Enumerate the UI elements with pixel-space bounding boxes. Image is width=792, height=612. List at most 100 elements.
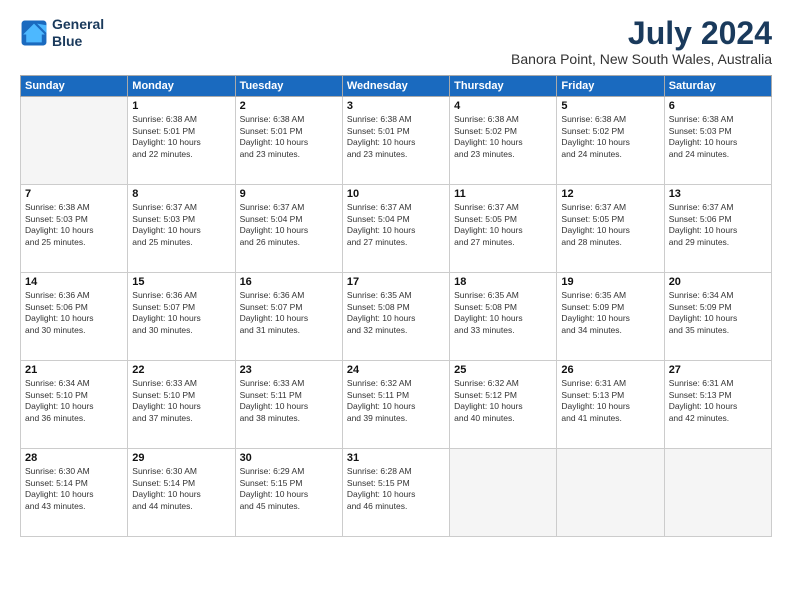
cell-text: Sunrise: 6:38 AM Sunset: 5:02 PM Dayligh… bbox=[454, 114, 552, 160]
day-number: 26 bbox=[561, 364, 659, 376]
calendar-cell bbox=[450, 449, 557, 537]
weekday-header: Thursday bbox=[450, 76, 557, 97]
calendar-week-row: 1 Sunrise: 6:38 AM Sunset: 5:01 PM Daylig… bbox=[21, 97, 772, 185]
day-number: 27 bbox=[669, 364, 767, 376]
logo-text: General Blue bbox=[52, 16, 104, 50]
calendar-cell: 16 Sunrise: 6:36 AM Sunset: 5:07 PM Dayli… bbox=[235, 273, 342, 361]
day-number: 9 bbox=[240, 188, 338, 200]
day-number: 30 bbox=[240, 452, 338, 464]
calendar-cell: 12 Sunrise: 6:37 AM Sunset: 5:05 PM Dayli… bbox=[557, 185, 664, 273]
calendar-cell: 6 Sunrise: 6:38 AM Sunset: 5:03 PM Daylig… bbox=[664, 97, 771, 185]
cell-text: Sunrise: 6:38 AM Sunset: 5:01 PM Dayligh… bbox=[240, 114, 338, 160]
day-number: 16 bbox=[240, 276, 338, 288]
day-number: 21 bbox=[25, 364, 123, 376]
calendar-week-row: 21 Sunrise: 6:34 AM Sunset: 5:10 PM Dayli… bbox=[21, 361, 772, 449]
calendar-cell: 22Sunrise: 6:33 AM Sunset: 5:10 PM Dayli… bbox=[128, 361, 235, 449]
cell-text: Sunrise: 6:29 AM Sunset: 5:15 PM Dayligh… bbox=[240, 466, 338, 512]
calendar-cell: 21 Sunrise: 6:34 AM Sunset: 5:10 PM Dayli… bbox=[21, 361, 128, 449]
cell-text: Sunrise: 6:38 AM Sunset: 5:03 PM Dayligh… bbox=[669, 114, 767, 160]
calendar-cell: 31 Sunrise: 6:28 AM Sunset: 5:15 PM Dayli… bbox=[342, 449, 449, 537]
calendar-cell bbox=[21, 97, 128, 185]
day-number: 2 bbox=[240, 100, 338, 112]
calendar-cell: 3Sunrise: 6:38 AM Sunset: 5:01 PM Daylig… bbox=[342, 97, 449, 185]
day-number: 10 bbox=[347, 188, 445, 200]
cell-text: Sunrise: 6:28 AM Sunset: 5:15 PM Dayligh… bbox=[347, 466, 445, 512]
calendar-cell: 2 Sunrise: 6:38 AM Sunset: 5:01 PM Daylig… bbox=[235, 97, 342, 185]
day-number: 24 bbox=[347, 364, 445, 376]
day-number: 20 bbox=[669, 276, 767, 288]
day-number: 14 bbox=[25, 276, 123, 288]
calendar-cell: 24 Sunrise: 6:32 AM Sunset: 5:11 PM Dayli… bbox=[342, 361, 449, 449]
day-number: 11 bbox=[454, 188, 552, 200]
cell-text: Sunrise: 6:37 AM Sunset: 5:04 PM Dayligh… bbox=[240, 202, 338, 248]
cell-text: Sunrise: 6:33 AM Sunset: 5:10 PM Dayligh… bbox=[132, 378, 230, 424]
day-number: 31 bbox=[347, 452, 445, 464]
calendar-cell: 17Sunrise: 6:35 AM Sunset: 5:08 PM Dayli… bbox=[342, 273, 449, 361]
day-number: 7 bbox=[25, 188, 123, 200]
cell-text: Sunrise: 6:32 AM Sunset: 5:11 PM Dayligh… bbox=[347, 378, 445, 424]
weekday-header-row: SundayMondayTuesdayWednesdayThursdayFrid… bbox=[21, 76, 772, 97]
cell-text: Sunrise: 6:36 AM Sunset: 5:07 PM Dayligh… bbox=[240, 290, 338, 336]
weekday-header: Monday bbox=[128, 76, 235, 97]
calendar-cell: 15 Sunrise: 6:36 AM Sunset: 5:07 PM Dayli… bbox=[128, 273, 235, 361]
title-block: July 2024 Banora Point, New South Wales,… bbox=[511, 16, 772, 67]
day-number: 29 bbox=[132, 452, 230, 464]
calendar-cell: 23 Sunrise: 6:33 AM Sunset: 5:11 PM Dayli… bbox=[235, 361, 342, 449]
day-number: 1 bbox=[132, 100, 230, 112]
cell-text: Sunrise: 6:35 AM Sunset: 5:08 PM Dayligh… bbox=[454, 290, 552, 336]
day-number: 5 bbox=[561, 100, 659, 112]
logo-icon bbox=[20, 19, 48, 47]
calendar-cell: 5 Sunrise: 6:38 AM Sunset: 5:02 PM Daylig… bbox=[557, 97, 664, 185]
day-number: 15 bbox=[132, 276, 230, 288]
header: General Blue July 2024 Banora Point, New… bbox=[20, 16, 772, 67]
cell-text: Sunrise: 6:36 AM Sunset: 5:07 PM Dayligh… bbox=[132, 290, 230, 336]
cell-text: Sunrise: 6:33 AM Sunset: 5:11 PM Dayligh… bbox=[240, 378, 338, 424]
calendar-cell: 30 Sunrise: 6:29 AM Sunset: 5:15 PM Dayli… bbox=[235, 449, 342, 537]
cell-text: Sunrise: 6:35 AM Sunset: 5:09 PM Dayligh… bbox=[561, 290, 659, 336]
cell-text: Sunrise: 6:30 AM Sunset: 5:14 PM Dayligh… bbox=[25, 466, 123, 512]
cell-text: Sunrise: 6:30 AM Sunset: 5:14 PM Dayligh… bbox=[132, 466, 230, 512]
calendar: SundayMondayTuesdayWednesdayThursdayFrid… bbox=[20, 75, 772, 537]
day-number: 6 bbox=[669, 100, 767, 112]
cell-text: Sunrise: 6:37 AM Sunset: 5:03 PM Dayligh… bbox=[132, 202, 230, 248]
calendar-cell: 19 Sunrise: 6:35 AM Sunset: 5:09 PM Dayli… bbox=[557, 273, 664, 361]
calendar-cell: 18 Sunrise: 6:35 AM Sunset: 5:08 PM Dayli… bbox=[450, 273, 557, 361]
cell-text: Sunrise: 6:36 AM Sunset: 5:06 PM Dayligh… bbox=[25, 290, 123, 336]
cell-text: Sunrise: 6:37 AM Sunset: 5:05 PM Dayligh… bbox=[561, 202, 659, 248]
calendar-cell: 14 Sunrise: 6:36 AM Sunset: 5:06 PM Dayli… bbox=[21, 273, 128, 361]
cell-text: Sunrise: 6:34 AM Sunset: 5:09 PM Dayligh… bbox=[669, 290, 767, 336]
cell-text: Sunrise: 6:31 AM Sunset: 5:13 PM Dayligh… bbox=[669, 378, 767, 424]
logo: General Blue bbox=[20, 16, 104, 50]
day-number: 18 bbox=[454, 276, 552, 288]
day-number: 3 bbox=[347, 100, 445, 112]
calendar-cell: 29 Sunrise: 6:30 AM Sunset: 5:14 PM Dayli… bbox=[128, 449, 235, 537]
day-number: 12 bbox=[561, 188, 659, 200]
calendar-cell bbox=[557, 449, 664, 537]
calendar-cell: 8Sunrise: 6:37 AM Sunset: 5:03 PM Daylig… bbox=[128, 185, 235, 273]
calendar-cell: 1Sunrise: 6:38 AM Sunset: 5:01 PM Daylig… bbox=[128, 97, 235, 185]
cell-text: Sunrise: 6:31 AM Sunset: 5:13 PM Dayligh… bbox=[561, 378, 659, 424]
calendar-cell: 28Sunrise: 6:30 AM Sunset: 5:14 PM Dayli… bbox=[21, 449, 128, 537]
cell-text: Sunrise: 6:38 AM Sunset: 5:02 PM Dayligh… bbox=[561, 114, 659, 160]
weekday-header: Sunday bbox=[21, 76, 128, 97]
calendar-week-row: 7 Sunrise: 6:38 AM Sunset: 5:03 PM Daylig… bbox=[21, 185, 772, 273]
location: Banora Point, New South Wales, Australia bbox=[511, 51, 772, 67]
calendar-cell: 7 Sunrise: 6:38 AM Sunset: 5:03 PM Daylig… bbox=[21, 185, 128, 273]
calendar-cell bbox=[664, 449, 771, 537]
calendar-week-row: 14 Sunrise: 6:36 AM Sunset: 5:06 PM Dayli… bbox=[21, 273, 772, 361]
cell-text: Sunrise: 6:37 AM Sunset: 5:06 PM Dayligh… bbox=[669, 202, 767, 248]
cell-text: Sunrise: 6:38 AM Sunset: 5:03 PM Dayligh… bbox=[25, 202, 123, 248]
day-number: 19 bbox=[561, 276, 659, 288]
cell-text: Sunrise: 6:32 AM Sunset: 5:12 PM Dayligh… bbox=[454, 378, 552, 424]
month-year: July 2024 bbox=[511, 16, 772, 51]
cell-text: Sunrise: 6:37 AM Sunset: 5:05 PM Dayligh… bbox=[454, 202, 552, 248]
day-number: 23 bbox=[240, 364, 338, 376]
weekday-header: Wednesday bbox=[342, 76, 449, 97]
calendar-cell: 10Sunrise: 6:37 AM Sunset: 5:04 PM Dayli… bbox=[342, 185, 449, 273]
calendar-week-row: 28Sunrise: 6:30 AM Sunset: 5:14 PM Dayli… bbox=[21, 449, 772, 537]
calendar-cell: 11 Sunrise: 6:37 AM Sunset: 5:05 PM Dayli… bbox=[450, 185, 557, 273]
calendar-cell: 25Sunrise: 6:32 AM Sunset: 5:12 PM Dayli… bbox=[450, 361, 557, 449]
weekday-header: Tuesday bbox=[235, 76, 342, 97]
cell-text: Sunrise: 6:34 AM Sunset: 5:10 PM Dayligh… bbox=[25, 378, 123, 424]
cell-text: Sunrise: 6:35 AM Sunset: 5:08 PM Dayligh… bbox=[347, 290, 445, 336]
